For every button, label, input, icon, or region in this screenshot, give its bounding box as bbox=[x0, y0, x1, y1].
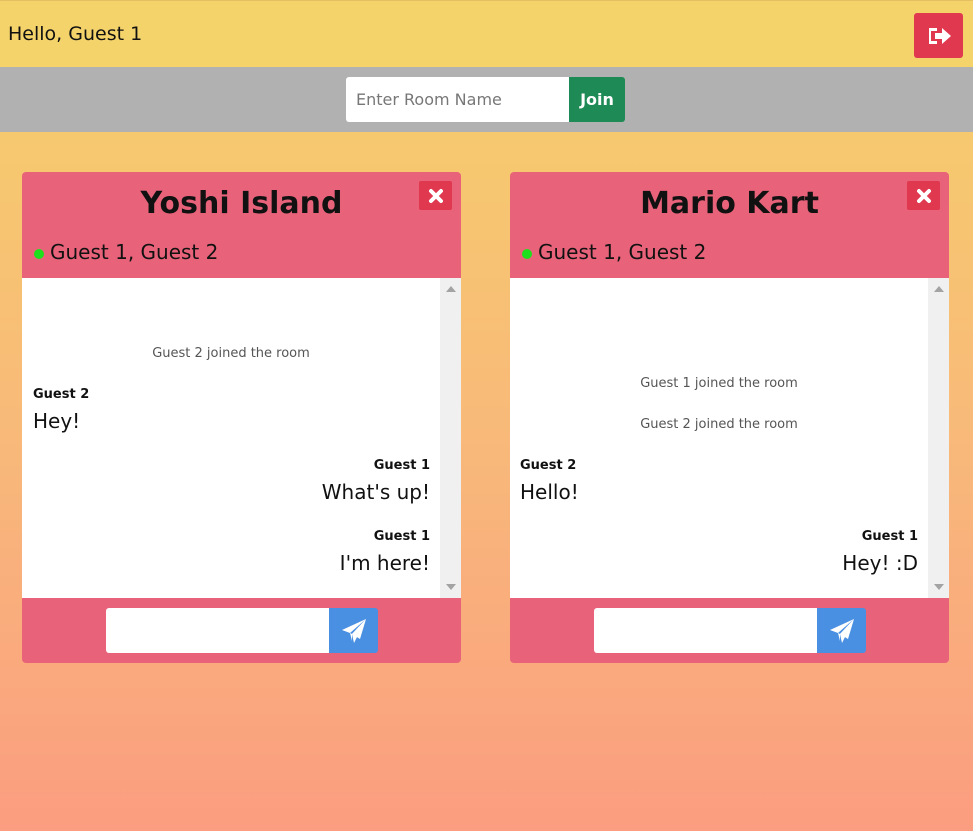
logout-button[interactable] bbox=[914, 13, 963, 58]
message-composer bbox=[510, 598, 949, 663]
online-status-icon bbox=[522, 249, 532, 259]
close-room-button[interactable] bbox=[907, 181, 940, 210]
message-composer bbox=[22, 598, 461, 663]
message-input[interactable] bbox=[594, 608, 817, 653]
scroll-down-arrow-icon[interactable] bbox=[446, 584, 456, 590]
greeting-text: Hello, Guest 1 bbox=[8, 23, 143, 45]
message-text: What's up! bbox=[321, 480, 430, 504]
paper-plane-icon bbox=[341, 618, 366, 643]
message-sender: Guest 2 bbox=[33, 387, 90, 402]
join-button[interactable]: Join bbox=[569, 77, 625, 122]
scrollbar[interactable] bbox=[928, 278, 949, 598]
room-title: Yoshi Island bbox=[140, 186, 343, 221]
online-status-icon bbox=[34, 249, 44, 259]
message-input[interactable] bbox=[106, 608, 329, 653]
message-sender: Guest 1 bbox=[861, 529, 918, 544]
room-members: Guest 1, Guest 2 bbox=[50, 240, 219, 264]
room-members: Guest 1, Guest 2 bbox=[538, 240, 707, 264]
message-list[interactable]: Guest 2 joined the room Guest 2 Hey! Gue… bbox=[22, 278, 461, 598]
close-icon bbox=[428, 188, 443, 203]
system-message: Guest 1 joined the room bbox=[640, 376, 798, 391]
send-button[interactable] bbox=[817, 608, 866, 653]
sign-out-icon bbox=[928, 27, 951, 44]
message-list[interactable]: Guest 1 joined the room Guest 2 joined t… bbox=[510, 278, 949, 598]
message-sender: Guest 2 bbox=[520, 458, 577, 473]
system-message: Guest 2 joined the room bbox=[152, 346, 310, 361]
scrollbar[interactable] bbox=[440, 278, 461, 598]
room-name-input[interactable] bbox=[346, 77, 569, 122]
message-text: Hey! bbox=[33, 409, 81, 433]
close-icon bbox=[916, 188, 931, 203]
message-text: Hey! :D bbox=[842, 551, 918, 575]
message-sender: Guest 1 bbox=[373, 458, 430, 473]
scroll-up-arrow-icon[interactable] bbox=[446, 286, 456, 292]
send-button[interactable] bbox=[329, 608, 378, 653]
join-room-bar: Join bbox=[0, 67, 973, 132]
scroll-down-arrow-icon[interactable] bbox=[934, 584, 944, 590]
message-sender: Guest 1 bbox=[373, 529, 430, 544]
chat-room-panel: Yoshi Island Guest 1, Guest 2 Guest 2 jo… bbox=[22, 172, 461, 663]
scroll-up-arrow-icon[interactable] bbox=[934, 286, 944, 292]
system-message: Guest 2 joined the room bbox=[640, 417, 798, 432]
message-text: Hello! bbox=[520, 480, 579, 504]
room-title: Mario Kart bbox=[640, 186, 819, 221]
top-bar: Hello, Guest 1 bbox=[0, 0, 973, 67]
paper-plane-icon bbox=[829, 618, 854, 643]
chat-room-panel: Mario Kart Guest 1, Guest 2 Guest 1 join… bbox=[510, 172, 949, 663]
close-room-button[interactable] bbox=[419, 181, 452, 210]
message-text: I'm here! bbox=[339, 551, 430, 575]
